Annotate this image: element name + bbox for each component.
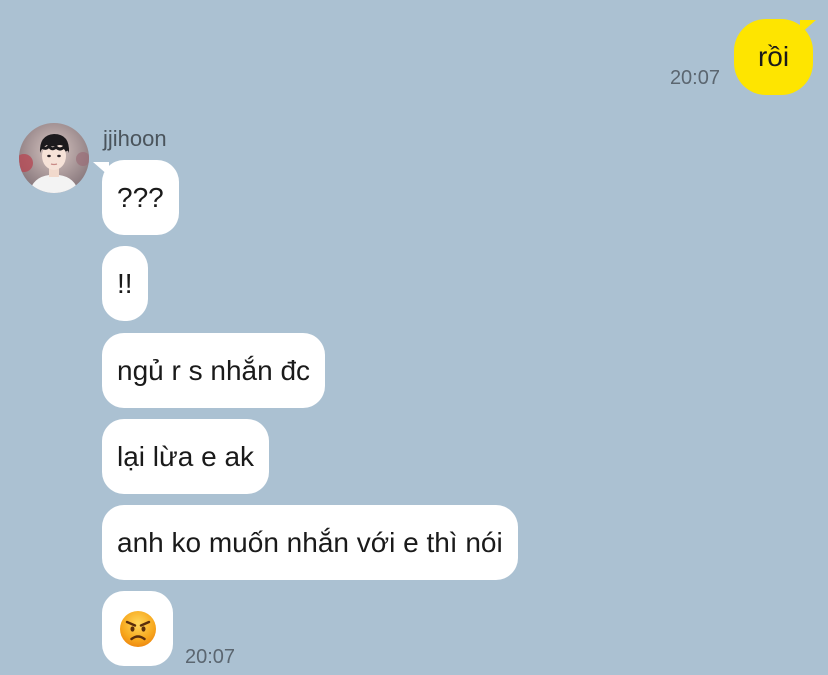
sender-name[interactable]: jjihoon — [103, 126, 167, 152]
angry-face-emoji-icon — [119, 610, 156, 647]
incoming-emoji-bubble[interactable] — [102, 591, 173, 666]
message-text: rồi — [757, 41, 790, 72]
chat-room: 20:07 rồi jjihoon ??? !! ngủ r s nhắn đc… — [0, 0, 828, 675]
message-text: ngủ r s nhắn đc — [117, 354, 311, 386]
message-text: anh ko muốn nhắn với e thì nói — [117, 526, 503, 558]
message-text: lại lừa e ak — [117, 440, 255, 472]
outgoing-bubble[interactable]: rồi — [734, 19, 813, 95]
incoming-bubble[interactable]: ngủ r s nhắn đc — [102, 333, 326, 408]
incoming-bubble[interactable]: !! — [102, 246, 148, 321]
message-time: 20:07 — [669, 67, 720, 89]
incoming-bubble[interactable]: lại lừa e ak — [102, 419, 270, 494]
incoming-bubble[interactable]: ??? — [102, 160, 179, 235]
profile-photo-avatar-icon — [19, 123, 89, 193]
message-text: !! — [117, 267, 133, 299]
incoming-bubble[interactable]: anh ko muốn nhắn với e thì nói — [102, 505, 518, 580]
avatar[interactable] — [19, 123, 89, 193]
message-time: 20:07 — [185, 646, 236, 668]
message-text: ??? — [117, 181, 164, 213]
